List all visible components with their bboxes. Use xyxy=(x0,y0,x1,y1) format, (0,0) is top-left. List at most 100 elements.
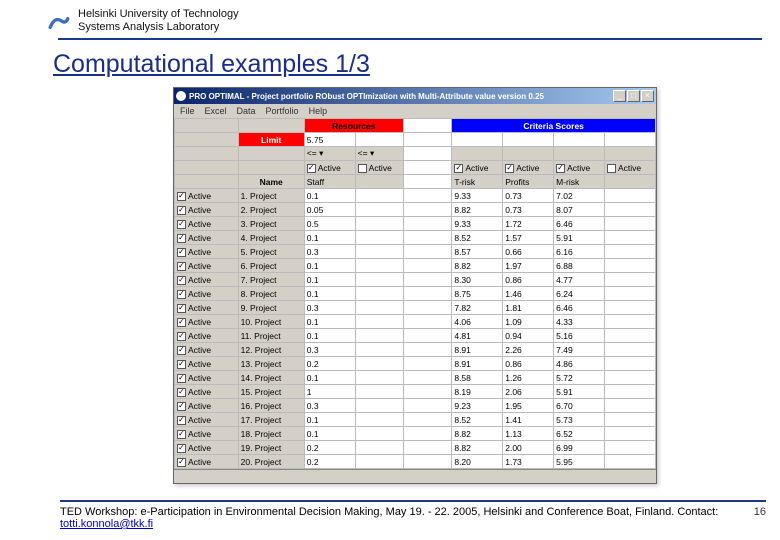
cell-staff[interactable]: 0.2 xyxy=(304,455,355,469)
menu-file[interactable]: File xyxy=(180,106,195,116)
cell-trisk[interactable]: 8.91 xyxy=(452,343,503,357)
row-active-cell[interactable]: Active xyxy=(175,371,239,385)
cell-mrisk[interactable]: 5.91 xyxy=(554,231,605,245)
limit-value[interactable]: 5.75 xyxy=(304,133,355,147)
cell-staff[interactable]: 0.1 xyxy=(304,371,355,385)
row-active-cell[interactable]: Active xyxy=(175,259,239,273)
cell-profits[interactable]: 0.86 xyxy=(503,357,554,371)
row-active-cell[interactable]: Active xyxy=(175,399,239,413)
cell-staff[interactable]: 0.3 xyxy=(304,399,355,413)
menu-data[interactable]: Data xyxy=(237,106,256,116)
cell-mrisk[interactable]: 6.99 xyxy=(554,441,605,455)
cell-trisk[interactable]: 8.82 xyxy=(452,259,503,273)
cell-mrisk[interactable]: 4.77 xyxy=(554,273,605,287)
cell-staff[interactable]: 1 xyxy=(304,385,355,399)
menu-help[interactable]: Help xyxy=(309,106,328,116)
cell-profits[interactable]: 0.66 xyxy=(503,245,554,259)
cell-trisk[interactable]: 8.30 xyxy=(452,273,503,287)
cell-trisk[interactable]: 8.75 xyxy=(452,287,503,301)
cell-mrisk[interactable]: 7.02 xyxy=(554,189,605,203)
cell-profits[interactable]: 2.26 xyxy=(503,343,554,357)
window-minimize-button[interactable]: _ xyxy=(613,90,626,102)
cell-trisk[interactable]: 7.82 xyxy=(452,301,503,315)
cell-staff[interactable]: 0.2 xyxy=(304,357,355,371)
cell-trisk[interactable]: 8.82 xyxy=(452,203,503,217)
cell-mrisk[interactable]: 8.07 xyxy=(554,203,605,217)
cell-mrisk[interactable]: 6.88 xyxy=(554,259,605,273)
row-active-cell[interactable]: Active xyxy=(175,245,239,259)
row-active-cell[interactable]: Active xyxy=(175,301,239,315)
row-active-cell[interactable]: Active xyxy=(175,357,239,371)
cell-profits[interactable]: 0.94 xyxy=(503,329,554,343)
row-active-cell[interactable]: Active xyxy=(175,203,239,217)
cell-mrisk[interactable]: 5.73 xyxy=(554,413,605,427)
cell-mrisk[interactable]: 6.70 xyxy=(554,399,605,413)
cell-staff[interactable]: 0.1 xyxy=(304,231,355,245)
row-active-cell[interactable]: Active xyxy=(175,329,239,343)
cell-mrisk[interactable]: 5.91 xyxy=(554,385,605,399)
cell-trisk[interactable]: 8.52 xyxy=(452,413,503,427)
cell-mrisk[interactable]: 4.86 xyxy=(554,357,605,371)
cell-profits[interactable]: 2.00 xyxy=(503,441,554,455)
cell-profits[interactable]: 1.72 xyxy=(503,217,554,231)
cell-staff[interactable]: 0.1 xyxy=(304,273,355,287)
cell-profits[interactable]: 1.57 xyxy=(503,231,554,245)
footer-email-link[interactable]: totti.konnola@tkk.fi xyxy=(60,518,153,530)
cell-trisk[interactable]: 4.06 xyxy=(452,315,503,329)
cell-profits[interactable]: 0.86 xyxy=(503,273,554,287)
window-maximize-button[interactable]: □ xyxy=(627,90,640,102)
menu-excel[interactable]: Excel xyxy=(205,106,227,116)
cell-trisk[interactable]: 8.20 xyxy=(452,455,503,469)
horizontal-scrollbar[interactable] xyxy=(174,469,656,483)
cell-profits[interactable]: 1.41 xyxy=(503,413,554,427)
col-active-6[interactable]: Active xyxy=(605,161,656,175)
row-active-cell[interactable]: Active xyxy=(175,427,239,441)
cell-trisk[interactable]: 8.58 xyxy=(452,371,503,385)
op1-cell[interactable]: <= ▾ xyxy=(304,147,355,161)
cell-mrisk[interactable]: 6.52 xyxy=(554,427,605,441)
cell-mrisk[interactable]: 5.16 xyxy=(554,329,605,343)
cell-mrisk[interactable]: 5.72 xyxy=(554,371,605,385)
cell-profits[interactable]: 1.46 xyxy=(503,287,554,301)
row-active-cell[interactable]: Active xyxy=(175,455,239,469)
cell-staff[interactable]: 0.1 xyxy=(304,287,355,301)
cell-mrisk[interactable]: 6.24 xyxy=(554,287,605,301)
cell-profits[interactable]: 1.09 xyxy=(503,315,554,329)
op2-cell[interactable]: <= ▾ xyxy=(355,147,403,161)
row-active-cell[interactable]: Active xyxy=(175,315,239,329)
cell-staff[interactable]: 0.3 xyxy=(304,301,355,315)
cell-trisk[interactable]: 9.33 xyxy=(452,217,503,231)
row-active-cell[interactable]: Active xyxy=(175,189,239,203)
cell-profits[interactable]: 2.06 xyxy=(503,385,554,399)
row-active-cell[interactable]: Active xyxy=(175,217,239,231)
cell-trisk[interactable]: 8.19 xyxy=(452,385,503,399)
cell-mrisk[interactable]: 6.46 xyxy=(554,301,605,315)
row-active-cell[interactable]: Active xyxy=(175,413,239,427)
cell-staff[interactable]: 0.1 xyxy=(304,427,355,441)
cell-staff[interactable]: 0.05 xyxy=(304,203,355,217)
row-active-cell[interactable]: Active xyxy=(175,441,239,455)
window-close-button[interactable]: × xyxy=(641,90,654,102)
cell-mrisk[interactable]: 6.46 xyxy=(554,217,605,231)
row-active-cell[interactable]: Active xyxy=(175,231,239,245)
cell-profits[interactable]: 1.13 xyxy=(503,427,554,441)
cell-staff[interactable]: 0.3 xyxy=(304,245,355,259)
cell-trisk[interactable]: 8.57 xyxy=(452,245,503,259)
cell-trisk[interactable]: 8.82 xyxy=(452,441,503,455)
menu-portfolio[interactable]: Portfolio xyxy=(266,106,299,116)
cell-staff[interactable]: 0.1 xyxy=(304,329,355,343)
row-active-cell[interactable]: Active xyxy=(175,273,239,287)
cell-trisk[interactable]: 8.91 xyxy=(452,357,503,371)
cell-staff[interactable]: 0.3 xyxy=(304,343,355,357)
cell-profits[interactable]: 1.95 xyxy=(503,399,554,413)
cell-profits[interactable]: 1.97 xyxy=(503,259,554,273)
cell-staff[interactable]: 0.5 xyxy=(304,217,355,231)
cell-mrisk[interactable]: 4.33 xyxy=(554,315,605,329)
cell-mrisk[interactable]: 6.16 xyxy=(554,245,605,259)
cell-mrisk[interactable]: 5.95 xyxy=(554,455,605,469)
cell-profits[interactable]: 0.73 xyxy=(503,203,554,217)
cell-trisk[interactable]: 8.52 xyxy=(452,231,503,245)
col-active-3[interactable]: Active xyxy=(452,161,503,175)
cell-trisk[interactable]: 8.82 xyxy=(452,427,503,441)
cell-staff[interactable]: 0.1 xyxy=(304,315,355,329)
